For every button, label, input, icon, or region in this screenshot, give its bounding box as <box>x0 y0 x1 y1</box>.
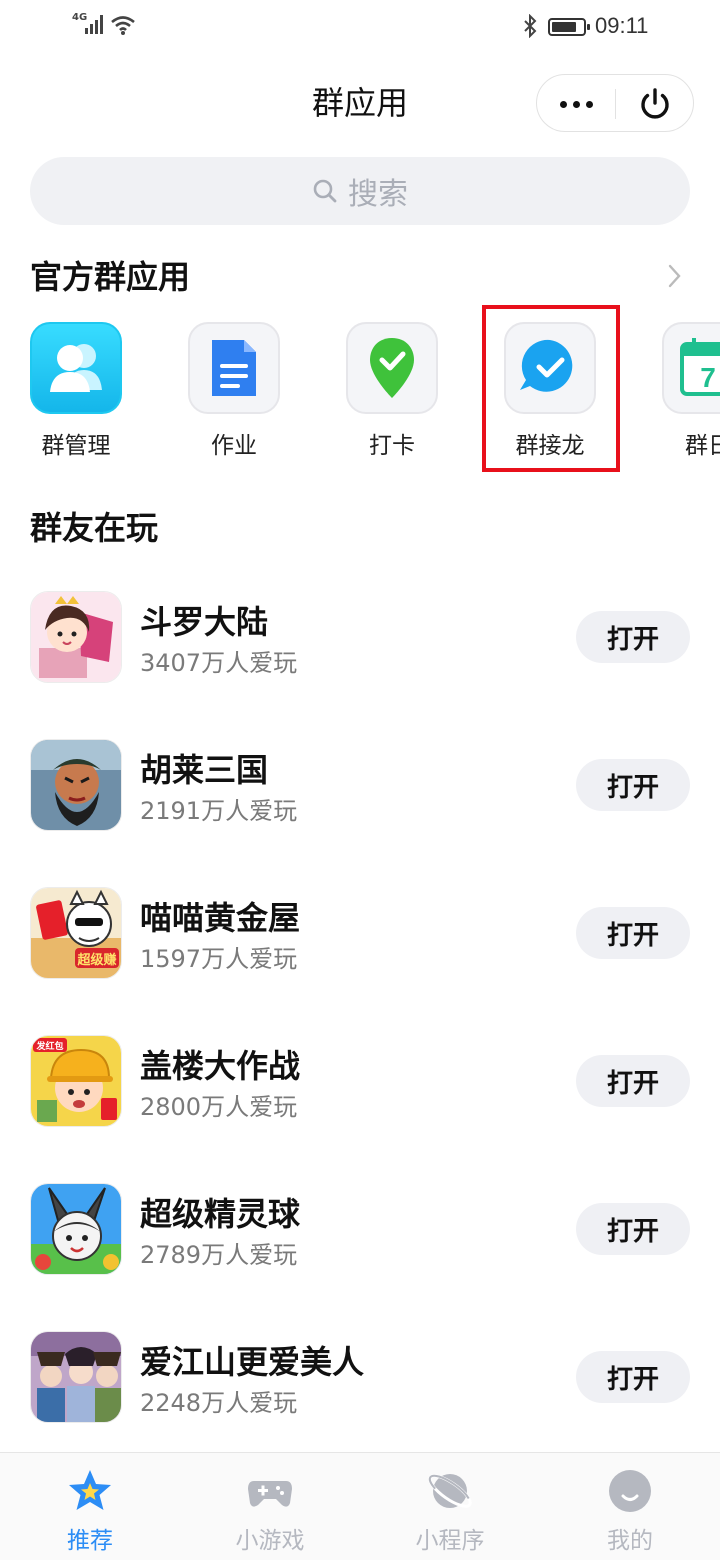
open-button[interactable]: 打开 <box>576 611 690 663</box>
game-row[interactable]: 爱江山更爱美人 2248万人爱玩 打开 <box>0 1331 720 1441</box>
calendar-icon: 7 <box>662 322 720 414</box>
game-name: 胡莱三国 <box>140 751 269 789</box>
game-row[interactable]: 超级赚 喵喵黄金屋 1597万人爱玩 打开 <box>0 887 720 997</box>
search-bar[interactable]: 搜索 <box>30 157 690 225</box>
game-name: 斗罗大陆 <box>140 603 269 641</box>
game-name: 盖楼大作战 <box>140 1047 301 1085</box>
tab-miniprograms[interactable]: 小程序 <box>360 1453 540 1561</box>
game-players: 3407万人爱玩 <box>140 649 298 677</box>
game-row[interactable]: 斗罗大陆 3407万人爱玩 打开 <box>0 591 720 701</box>
chevron-right-icon[interactable] <box>664 262 684 290</box>
wifi-icon <box>111 16 135 35</box>
game-icon <box>30 1183 122 1275</box>
more-dot-icon <box>559 100 567 108</box>
app-label: 群管理 <box>41 433 111 459</box>
game-players: 2789万人爱玩 <box>140 1241 298 1269</box>
more-dot-icon <box>585 100 593 108</box>
app-label: 群日 <box>685 433 720 459</box>
members-icon <box>30 322 122 414</box>
open-button[interactable]: 打开 <box>576 1203 690 1255</box>
game-row[interactable]: 发红包 盖楼大作战 2800万人爱玩 打开 <box>0 1035 720 1145</box>
more-button[interactable] <box>537 75 615 133</box>
highlight-box <box>482 305 620 472</box>
game-name: 超级精灵球 <box>140 1195 301 1233</box>
smile-icon <box>609 1470 651 1512</box>
open-button[interactable]: 打开 <box>576 1055 690 1107</box>
tab-label: 小程序 <box>415 1528 485 1554</box>
calendar-day: 7 <box>700 362 716 393</box>
friends-playing-title: 群友在玩 <box>30 509 159 547</box>
close-button[interactable] <box>616 75 694 133</box>
more-dot-icon <box>572 100 580 108</box>
search-placeholder: 搜索 <box>348 177 408 212</box>
tab-label: 小游戏 <box>235 1528 305 1554</box>
game-players: 1597万人爱玩 <box>140 945 298 973</box>
planet-icon <box>428 1474 472 1508</box>
game-name: 爱江山更爱美人 <box>140 1343 365 1381</box>
game-badge: 发红包 <box>35 1040 63 1052</box>
tab-label: 我的 <box>607 1528 653 1554</box>
tab-label: 推荐 <box>67 1528 113 1554</box>
game-icon <box>30 1331 122 1423</box>
location-check-icon <box>346 322 438 414</box>
clock: 09:11 <box>595 13 649 38</box>
battery-icon <box>548 18 590 36</box>
game-icon: 超级赚 <box>30 887 122 979</box>
game-row[interactable]: 胡莱三国 2191万人爱玩 打开 <box>0 739 720 849</box>
game-icon <box>30 739 122 831</box>
tab-recommend[interactable]: 推荐 <box>0 1453 180 1561</box>
search-icon <box>313 179 337 203</box>
tab-mine[interactable]: 我的 <box>540 1453 720 1561</box>
game-icon <box>30 591 122 683</box>
status-bar: 4G 09:11 <box>0 0 720 56</box>
app-label: 打卡 <box>369 433 415 459</box>
bottom-tab-bar: 推荐 小游戏 小程序 我的 <box>0 1452 720 1560</box>
bluetooth-icon <box>524 14 537 38</box>
signal-icon <box>85 15 103 34</box>
mini-program-capsule <box>536 74 694 132</box>
open-button[interactable]: 打开 <box>576 1351 690 1403</box>
game-name: 喵喵黄金屋 <box>140 899 301 937</box>
official-apps-title: 官方群应用 <box>30 258 191 296</box>
game-badge: 超级赚 <box>77 952 116 968</box>
star-icon <box>69 1470 111 1510</box>
game-players: 2191万人爱玩 <box>140 797 298 825</box>
app-label: 作业 <box>211 433 257 459</box>
battery-level <box>552 22 576 32</box>
game-icon: 发红包 <box>30 1035 122 1127</box>
document-icon <box>188 322 280 414</box>
power-icon <box>641 88 669 119</box>
tab-minigames[interactable]: 小游戏 <box>180 1453 360 1561</box>
game-players: 2800万人爱玩 <box>140 1093 298 1121</box>
gamepad-icon <box>248 1481 292 1507</box>
open-button[interactable]: 打开 <box>576 907 690 959</box>
game-row[interactable]: 超级精灵球 2789万人爱玩 打开 <box>0 1183 720 1293</box>
open-button[interactable]: 打开 <box>576 759 690 811</box>
game-players: 2248万人爱玩 <box>140 1389 298 1417</box>
